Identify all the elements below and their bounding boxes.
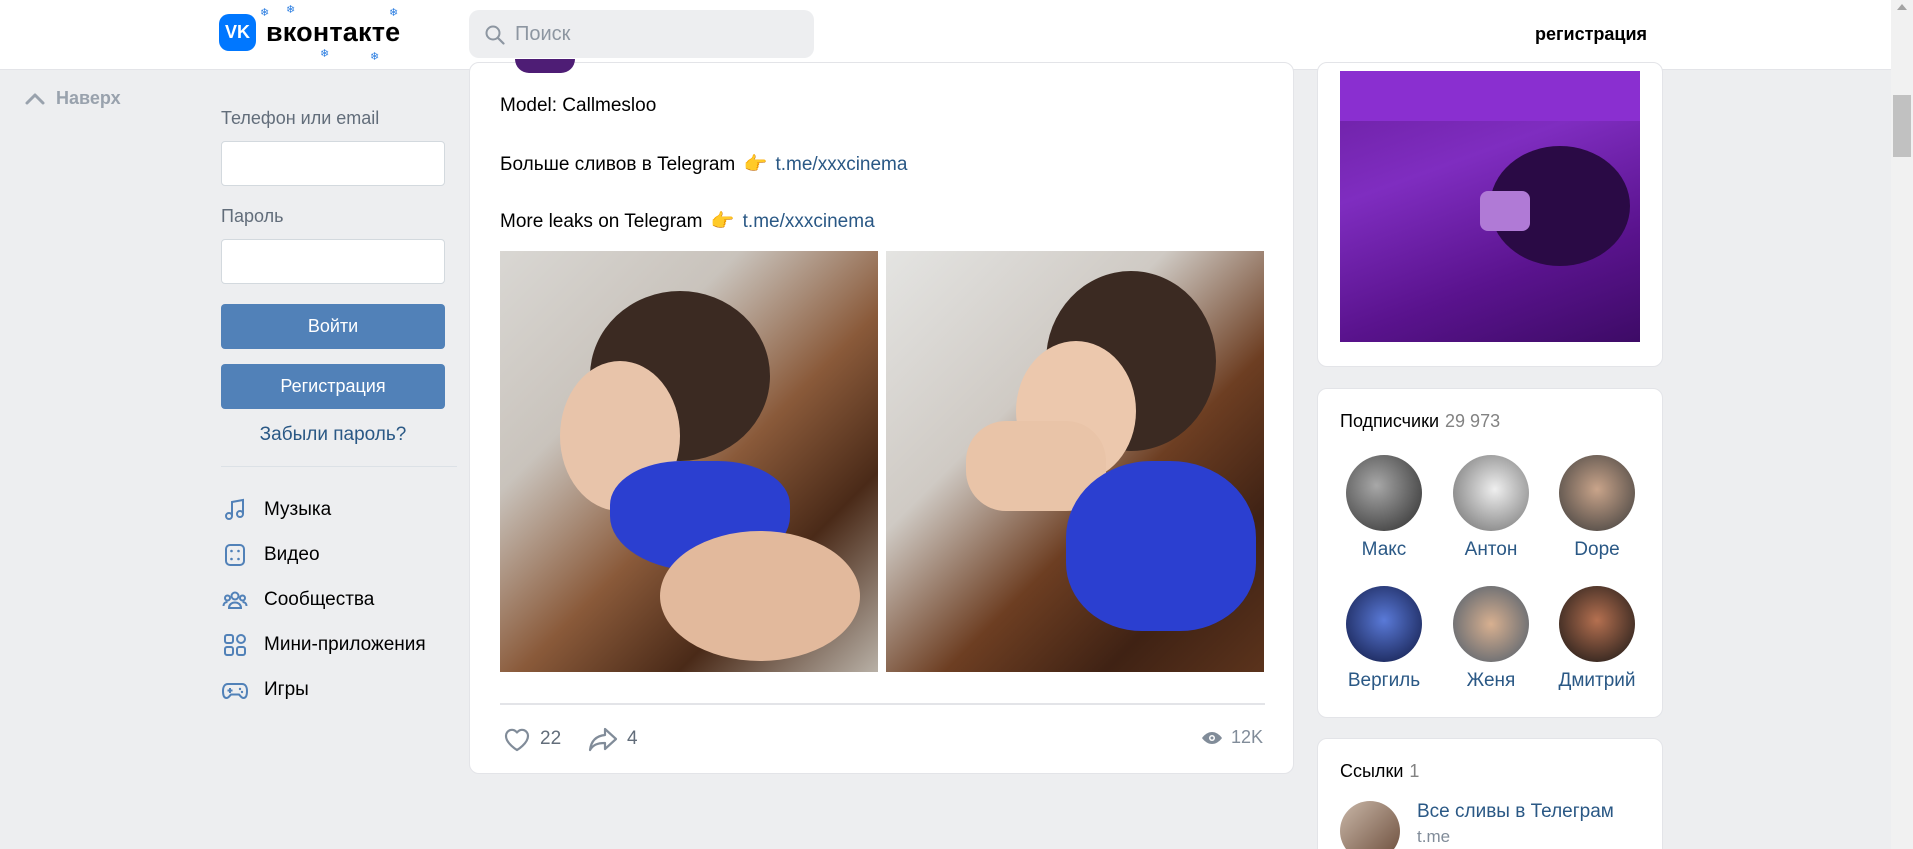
avatar: [1340, 801, 1400, 849]
communities-icon: [221, 586, 249, 614]
subscriber-item[interactable]: Женя: [1446, 586, 1536, 692]
album-photo[interactable]: [1340, 71, 1640, 342]
page-scrollbar[interactable]: [1891, 0, 1913, 849]
sidebar-item-music[interactable]: Музыка: [221, 487, 457, 532]
post-author-avatar[interactable]: [515, 59, 575, 73]
chevron-up-icon: [25, 93, 45, 104]
subscriber-item[interactable]: Вергиль: [1339, 586, 1429, 692]
like-count: 22: [540, 728, 562, 749]
subscriber-name: Макс: [1361, 539, 1407, 560]
sidebar-divider: [221, 466, 457, 467]
post-text-line: Больше сливов в Telegram 👉 t.me/xxxcinem…: [500, 152, 907, 176]
avatar: [1559, 455, 1635, 531]
sidebar-item-label: Видео: [264, 543, 320, 565]
heart-icon: [504, 728, 530, 752]
avatar: [1559, 586, 1635, 662]
sidebar-item-communities[interactable]: Сообщества: [221, 577, 457, 622]
post-text-line: More leaks on Telegram 👉 t.me/xxxcinema: [500, 209, 875, 233]
subscribers-header[interactable]: Подписчики 29 973: [1340, 411, 1500, 432]
subscriber-name: Dope: [1574, 539, 1620, 560]
avatar: [1346, 586, 1422, 662]
snowflake-icon: ❄: [389, 7, 399, 19]
sidebar-item-label: Мини-приложения: [264, 633, 426, 655]
subscriber-item[interactable]: Макс: [1339, 455, 1429, 561]
subscribers-card: Подписчики 29 973 Макс Антон Dope Вергиль…: [1317, 388, 1663, 718]
snowflake-icon: ❄: [320, 48, 330, 60]
register-button[interactable]: Регистрация: [221, 364, 445, 409]
subscriber-item[interactable]: Dope: [1552, 455, 1642, 561]
vk-logo[interactable]: VK вконтакте: [219, 14, 400, 51]
pointing-hand-icon: 👉: [743, 154, 768, 175]
phone-email-input[interactable]: [221, 141, 445, 186]
link-url: t.me: [1417, 827, 1451, 846]
password-input[interactable]: [221, 239, 445, 284]
wall-post: Model: Callmesloo Больше сливов в Telegr…: [469, 59, 1294, 774]
password-label: Пароль: [221, 206, 284, 226]
sidebar-item-games[interactable]: Игры: [221, 667, 457, 712]
view-counter: 12K: [1201, 727, 1263, 748]
sidebar-item-mini-apps[interactable]: Мини-приложения: [221, 622, 457, 667]
subscriber-name: Антон: [1464, 539, 1518, 560]
top-header: VK вконтакте ❄ ❄ ❄ ❄ ❄ регистрация: [0, 0, 1891, 70]
link-item[interactable]: Все сливы в Телеграм t.me: [1340, 801, 1614, 849]
post-text-line: Model: Callmesloo: [500, 95, 657, 116]
subscriber-name: Дмитрий: [1558, 670, 1636, 691]
games-icon: [221, 676, 249, 704]
sidebar-item-label: Сообщества: [264, 588, 375, 610]
snowflake-icon: ❄: [260, 7, 270, 19]
register-link[interactable]: регистрация: [1535, 24, 1647, 45]
sidebar-item-label: Музыка: [264, 498, 332, 520]
scroll-to-top-button[interactable]: Наверх: [24, 88, 121, 109]
subscriber-name: Женя: [1466, 670, 1516, 691]
vk-logo-text: вконтакте: [266, 17, 401, 47]
subscribers-count: 29 973: [1445, 411, 1501, 431]
music-icon: [221, 496, 249, 524]
scrollbar-thumb[interactable]: [1893, 95, 1911, 157]
post-text: More leaks on Telegram: [500, 211, 703, 232]
links-title: Ссылки: [1340, 761, 1404, 781]
link-title: Все сливы в Телеграм: [1417, 801, 1614, 822]
phone-label: Телефон или email: [221, 108, 380, 128]
subscriber-item[interactable]: Антон: [1446, 455, 1536, 561]
eye-icon: [1201, 731, 1222, 744]
forgot-password-link[interactable]: Забыли пароль?: [221, 424, 445, 446]
pointing-hand-icon: 👉: [710, 211, 735, 232]
sidebar-item-video[interactable]: Видео: [221, 532, 457, 577]
post-photo[interactable]: [500, 251, 878, 672]
telegram-link[interactable]: t.me/xxxcinema: [743, 211, 875, 232]
vk-logo-icon: VK: [219, 14, 256, 51]
share-count: 4: [627, 728, 638, 749]
telegram-link[interactable]: t.me/xxxcinema: [775, 154, 907, 175]
share-button[interactable]: 4: [587, 725, 638, 753]
post-text: Больше сливов в Telegram: [500, 154, 736, 175]
mini-apps-icon: [221, 631, 249, 659]
snowflake-icon: ❄: [370, 51, 380, 63]
like-button[interactable]: 22: [502, 725, 561, 753]
login-sidebar: Телефон или email Пароль Войти Регистрац…: [221, 108, 457, 712]
scroll-up-arrow-icon[interactable]: [1897, 4, 1907, 10]
post-divider: [500, 703, 1265, 705]
video-icon: [221, 541, 249, 569]
share-icon: [588, 727, 618, 752]
post-photo[interactable]: [886, 251, 1264, 672]
links-count: 1: [1409, 761, 1420, 781]
subscribers-title: Подписчики: [1340, 411, 1440, 431]
avatar: [1453, 455, 1529, 531]
album-card: [1317, 62, 1663, 367]
sidebar-item-label: Игры: [264, 678, 309, 700]
snowflake-icon: ❄: [286, 4, 296, 16]
links-card: Ссылки 1 Все сливы в Телеграм t.me: [1317, 738, 1663, 849]
view-count: 12K: [1230, 727, 1263, 747]
avatar: [1346, 455, 1422, 531]
links-header[interactable]: Ссылки 1: [1340, 761, 1419, 782]
scroll-to-top-label: Наверх: [56, 88, 121, 108]
search-box[interactable]: [469, 10, 814, 58]
login-button[interactable]: Войти: [221, 304, 445, 349]
avatar: [1453, 586, 1529, 662]
subscriber-name: Вергиль: [1347, 670, 1421, 691]
subscriber-item[interactable]: Дмитрий: [1552, 586, 1642, 692]
search-icon: [485, 25, 505, 45]
search-input[interactable]: [515, 22, 795, 46]
